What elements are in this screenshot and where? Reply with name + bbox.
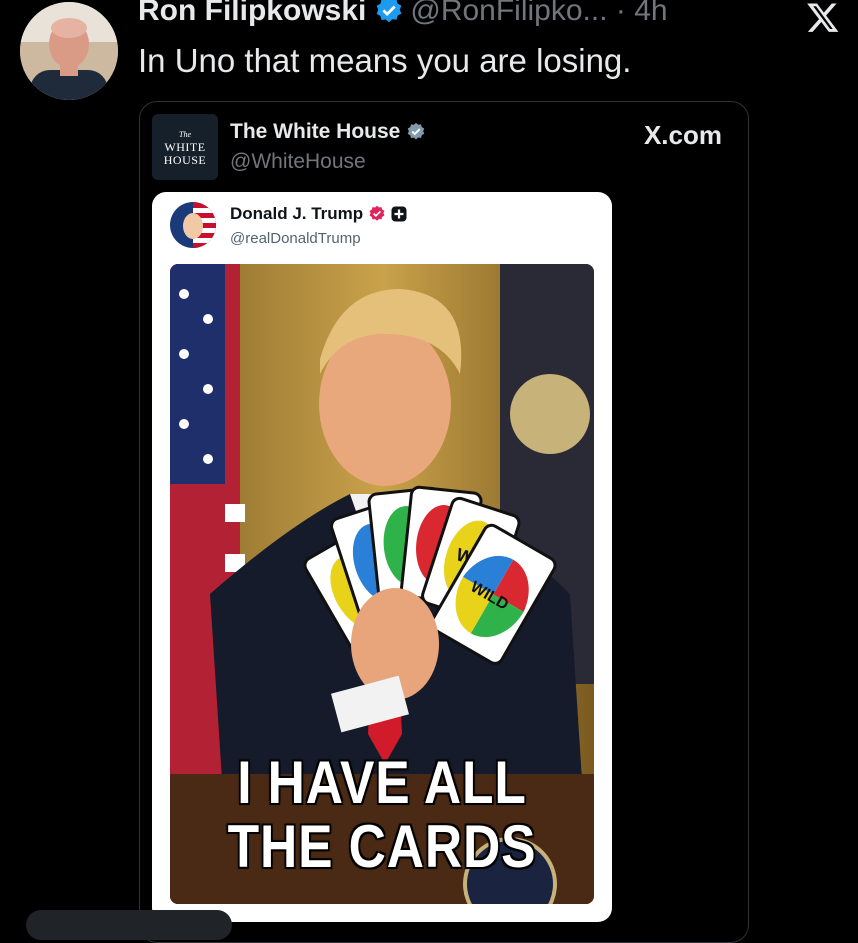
plus-badge-icon [391,206,407,222]
author-row: Ron Filipkowski @RonFilipko... · 4h [138,0,668,28]
source-label[interactable]: X.com [644,120,722,151]
verified-badge-icon [369,205,385,221]
white-house-logo[interactable]: The WHITE HOUSE [152,114,218,180]
logo-small-text: The [179,129,191,139]
embedded-post-card[interactable]: Donald J. Trump @realDonaldTrump W WILD … [152,192,612,922]
quoted-account-name[interactable]: The White House [230,120,400,144]
verified-badge-icon [376,0,402,23]
meme-caption-line1: I HAVE ALL [237,749,527,816]
embedded-name: Donald J. Trump [230,204,364,223]
embedded-avatar [170,202,216,248]
author-avatar[interactable] [20,2,118,100]
embedded-handle: @realDonaldTrump [230,230,361,247]
meme-image: W WILD I HAVE ALL THE CARDS [170,264,594,904]
quoted-name-row: The White House [230,120,432,144]
tweet-text: In Uno that means you are losing. [138,42,632,79]
x-logo-icon[interactable] [806,0,840,34]
quoted-account-handle: @WhiteHouse [230,150,366,173]
logo-line1: WHITE [164,139,206,154]
logo-line2: HOUSE [163,152,207,167]
quoted-tweet-card[interactable]: The WHITE HOUSE The White House @WhiteHo… [139,101,749,943]
embedded-name-row: Donald J. Trump [230,204,408,224]
verified-badge-icon [408,122,425,140]
meme-caption-line2: THE CARDS [227,813,537,880]
bottom-action-pill[interactable] [26,910,232,940]
author-name[interactable]: Ron Filipkowski [138,0,366,28]
author-handle-time: @RonFilipko... · 4h [410,0,668,27]
